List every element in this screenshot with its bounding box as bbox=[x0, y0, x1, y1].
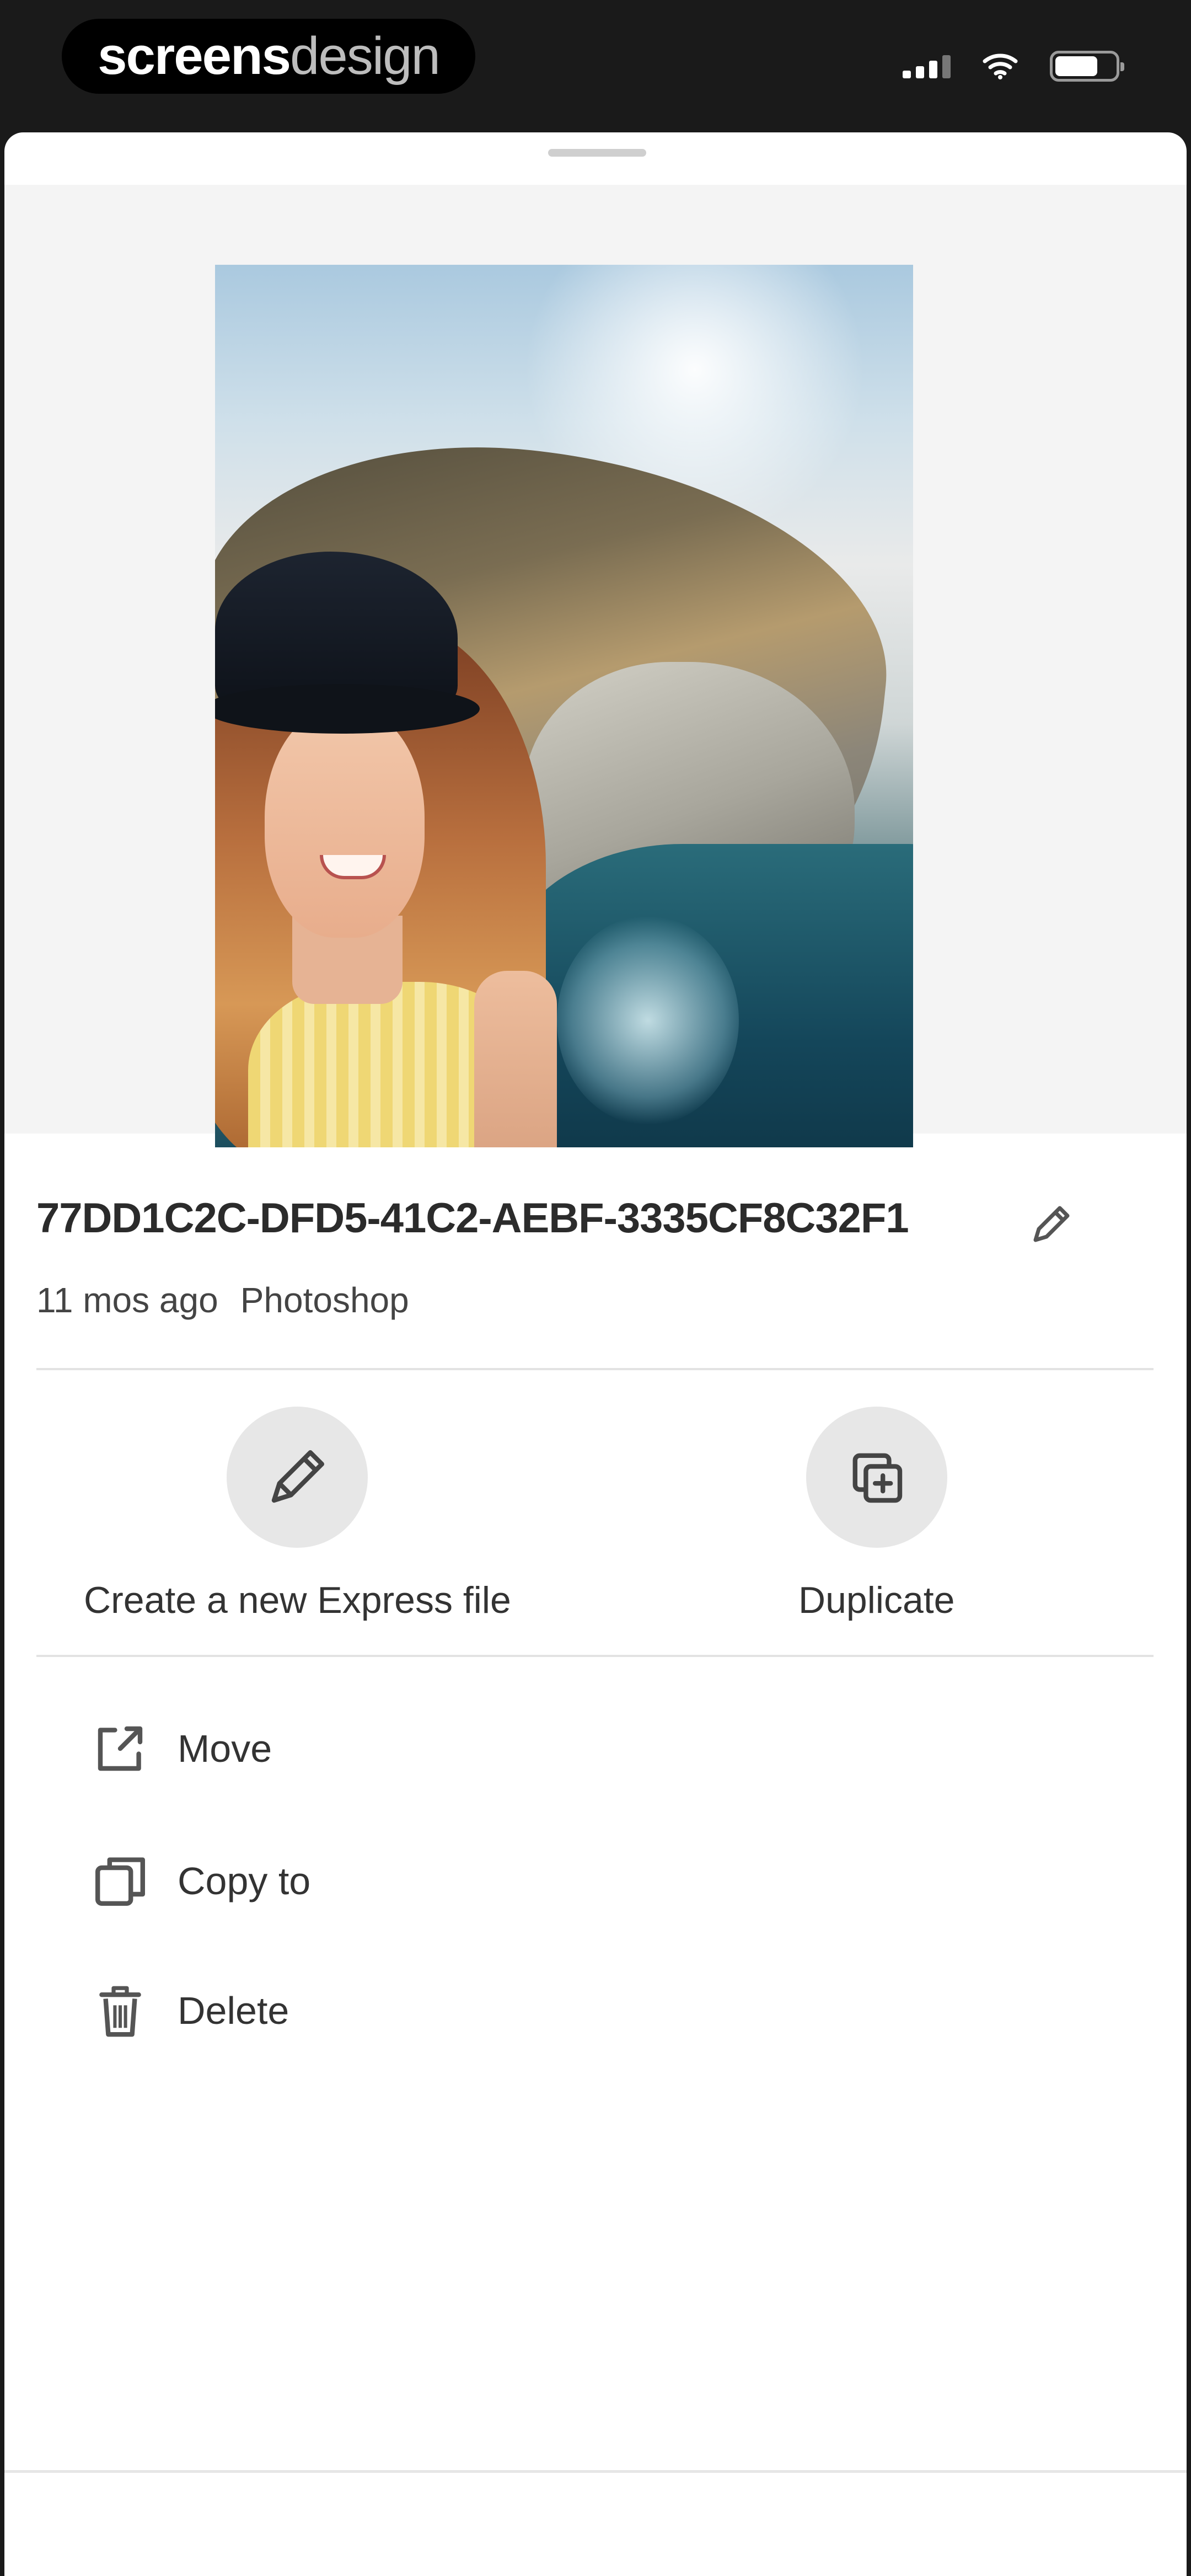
file-thumbnail-image bbox=[215, 265, 913, 1147]
action-circle[interactable] bbox=[806, 1407, 947, 1548]
brand-logo: screens design bbox=[62, 19, 475, 94]
duplicate-button[interactable]: Duplicate bbox=[798, 1407, 955, 1622]
trash-icon bbox=[87, 1978, 153, 2044]
rename-pencil-icon[interactable] bbox=[1023, 1197, 1079, 1252]
copy-icon bbox=[87, 1848, 153, 1914]
file-actions-sheet: 77DD1C2C-DFD5-41C2-AEBF-3335CF8C32F1 11 … bbox=[4, 132, 1187, 2576]
action-circle[interactable] bbox=[227, 1407, 368, 1548]
divider bbox=[36, 1655, 1154, 1657]
move-icon bbox=[87, 1715, 153, 1782]
brand-logo-light: design bbox=[290, 26, 441, 85]
menu-item-label: Move bbox=[178, 1727, 272, 1770]
menu-item-delete[interactable]: Delete bbox=[87, 1972, 289, 2049]
file-preview-area bbox=[4, 185, 1187, 1147]
pencil-icon bbox=[272, 1450, 325, 1503]
menu-item-copy-to[interactable]: Copy to bbox=[87, 1842, 310, 1920]
file-source-app: Photoshop bbox=[240, 1280, 409, 1320]
file-meta: 11 mos ago Photoshop bbox=[36, 1280, 409, 1321]
file-name: 77DD1C2C-DFD5-41C2-AEBF-3335CF8C32F1 bbox=[36, 1195, 909, 1242]
create-express-file-button[interactable]: Create a new Express file bbox=[84, 1407, 511, 1622]
menu-item-label: Delete bbox=[178, 1989, 289, 2032]
status-icons bbox=[903, 51, 1124, 82]
wifi-icon bbox=[983, 54, 1018, 79]
menu-item-move[interactable]: Move bbox=[87, 1710, 272, 1787]
duplicate-label: Duplicate bbox=[798, 1579, 955, 1621]
menu-item-label: Copy to bbox=[178, 1859, 311, 1902]
duplicate-icon bbox=[852, 1453, 902, 1503]
file-modified-time: 11 mos ago bbox=[36, 1280, 218, 1320]
bottom-divider bbox=[4, 2470, 1187, 2473]
sheet-drag-handle[interactable] bbox=[548, 149, 646, 157]
divider bbox=[36, 1368, 1154, 1370]
battery-icon bbox=[1050, 51, 1124, 82]
brand-logo-bold: screens bbox=[98, 26, 291, 85]
create-express-file-label: Create a new Express file bbox=[84, 1579, 511, 1621]
cellular-signal-icon bbox=[903, 54, 951, 78]
status-bar: screens design bbox=[0, 0, 1191, 132]
